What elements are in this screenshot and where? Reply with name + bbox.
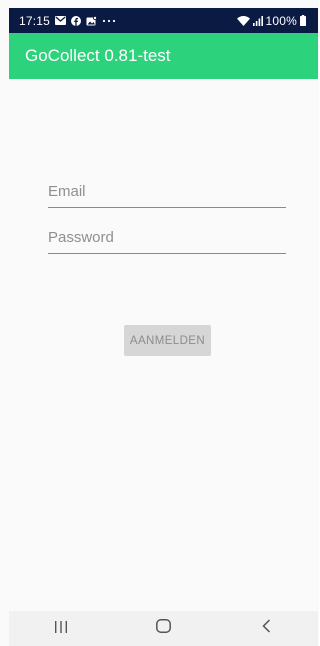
photo-icon: [86, 15, 98, 26]
recent-apps-button[interactable]: [36, 611, 86, 646]
app-bar: GoCollect 0.81-test: [9, 33, 318, 79]
mail-icon: [55, 16, 67, 25]
home-icon: [156, 619, 171, 638]
recent-apps-icon: [54, 620, 68, 638]
battery-percent: 100%: [265, 13, 297, 28]
navigation-bar: [9, 611, 318, 646]
wifi-icon: [236, 15, 250, 26]
phone-screen: 17:15 100% GoCollect 0.81-test Email AAN…: [0, 0, 319, 646]
status-left: 17:15: [19, 14, 116, 28]
back-button[interactable]: [242, 611, 292, 646]
more-icon: [102, 19, 116, 23]
signal-icon: [252, 15, 263, 26]
home-button[interactable]: [139, 611, 189, 646]
facebook-icon: [71, 15, 82, 26]
app-title: GoCollect 0.81-test: [25, 46, 171, 65]
back-icon: [262, 619, 271, 638]
login-button[interactable]: AANMELDEN: [124, 325, 211, 356]
status-right: 100%: [236, 13, 306, 28]
status-bar: 17:15 100%: [9, 8, 318, 33]
battery-icon: [300, 15, 306, 26]
password-field[interactable]: [48, 226, 286, 254]
status-time: 17:15: [19, 13, 51, 28]
email-field[interactable]: [48, 180, 286, 208]
